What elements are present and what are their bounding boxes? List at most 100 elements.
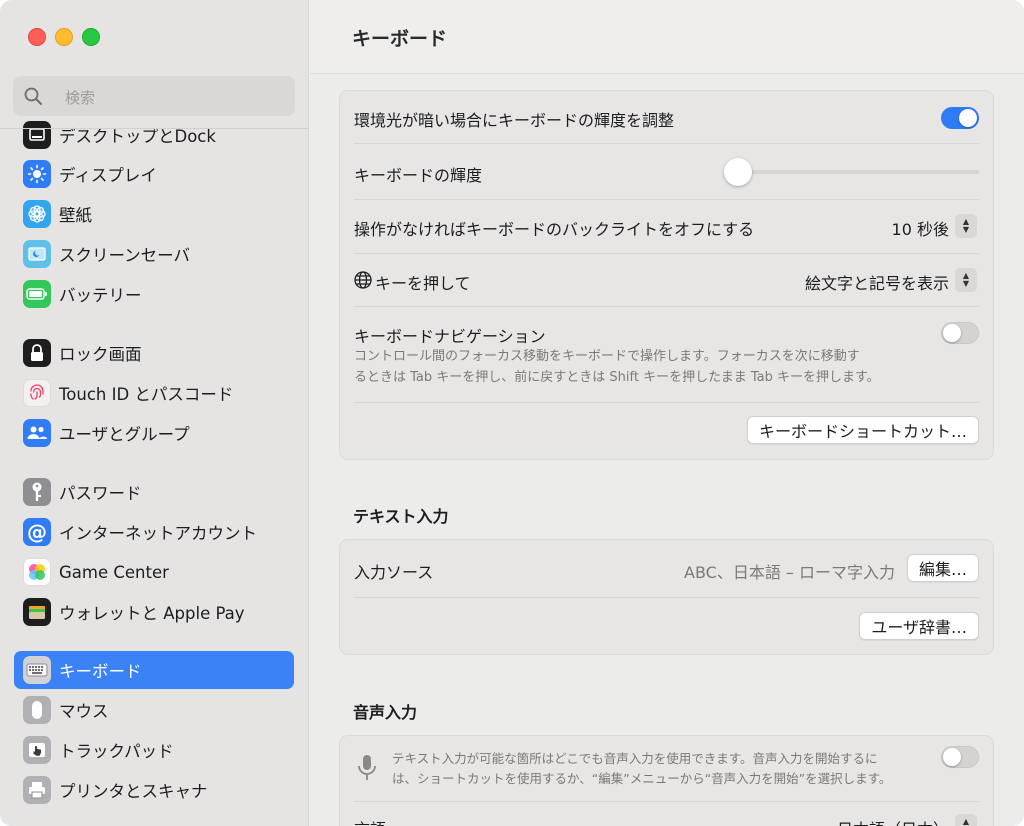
sidebar-item-label: マウス	[59, 702, 109, 721]
settings-window: 検索 デスクトップとDock ディスプレイ 壁紙 スクリーンセーバ バッテリー …	[0, 0, 1024, 826]
printer-icon	[23, 776, 51, 804]
brightness-row: キーボードの輝度	[354, 144, 979, 200]
sidebar-item-display[interactable]: ディスプレイ	[14, 155, 294, 193]
backlight-label: 操作がなければキーボードのバックライトをオフにする	[354, 220, 755, 239]
sidebar-item-label: ディスプレイ	[59, 166, 157, 185]
sidebar-item-label: トラックパッド	[59, 742, 174, 761]
main-pane: キーボード 環境光が暗い場合にキーボードの輝度を調整 キーボードの輝度 操作がな…	[310, 0, 1024, 826]
backlight-popup-value[interactable]: 10 秒後	[892, 216, 949, 240]
sidebar-item-wallpaper[interactable]: 壁紙	[14, 195, 294, 233]
brightness-label: キーボードの輝度	[354, 166, 483, 185]
search-placeholder: 検索	[65, 89, 96, 107]
sidebar-item-desktop-dock[interactable]: デスクトップとDock	[14, 120, 294, 154]
keyboard-navigation-toggle[interactable]	[941, 322, 979, 344]
dictation-toggle[interactable]	[941, 746, 979, 768]
keyboard-navigation-row: キーボードナビゲーション コントロール間のフォーカス移動をキーボードで操作します…	[354, 307, 979, 403]
dictation-language-label: 言語	[354, 816, 386, 826]
sidebar-item-label: デスクトップとDock	[59, 127, 216, 146]
sidebar-item-trackpad[interactable]: トラックパッド	[14, 731, 294, 769]
zoom-button[interactable]	[82, 28, 100, 46]
sidebar-item-mouse[interactable]: マウス	[14, 691, 294, 729]
sidebar-item-screensaver[interactable]: スクリーンセーバ	[14, 235, 294, 273]
microphone-icon	[358, 755, 376, 780]
user-dictionary-row: ユーザ辞書…	[354, 598, 979, 656]
sidebar-item-label: Touch ID とパスコード	[59, 385, 234, 404]
search-field[interactable]: 検索	[13, 76, 295, 116]
battery-icon	[23, 280, 51, 308]
sidebar-item-label: 壁紙	[59, 206, 92, 225]
fingerprint-icon	[23, 379, 51, 407]
game-center-icon	[23, 558, 51, 586]
sidebar-item-label: Game Center	[59, 562, 169, 582]
sidebar-item-label: プリンタとスキャナ	[59, 782, 208, 801]
backlight-row: 操作がなければキーボードのバックライトをオフにする 10 秒後 ▲ ▼	[354, 200, 979, 254]
wallet-icon	[23, 598, 51, 626]
titlebar: キーボード	[310, 0, 1024, 74]
sidebar-item-label: キーボード	[59, 662, 142, 681]
keyboard-shortcuts-button[interactable]: キーボードショートカット…	[746, 416, 979, 444]
dictation-language-row: 言語 日本語（日本） ▲▼	[354, 802, 979, 826]
sidebar-item-passwords[interactable]: パスワード	[14, 473, 294, 511]
dictation-section-title: 音声入力	[353, 703, 418, 722]
input-sources-value: ABC、日本語 – ローマ字入力	[684, 563, 895, 582]
screensaver-icon	[23, 240, 51, 268]
sidebar-item-touch-id[interactable]: Touch ID とパスコード	[14, 374, 294, 412]
ambient-brightness-toggle[interactable]	[941, 107, 979, 129]
search-icon	[24, 87, 42, 105]
brightness-slider-thumb[interactable]	[724, 158, 752, 186]
keyboard-navigation-label: キーボードナビゲーション	[354, 327, 546, 346]
globe-icon	[354, 271, 372, 289]
page-title: キーボード	[352, 28, 448, 50]
text-input-group: 入力ソース ABC、日本語 – ローマ字入力 編集… ユーザ辞書…	[339, 539, 994, 655]
wallpaper-icon	[23, 200, 51, 228]
sidebar-item-internet-accounts[interactable]: @ インターネットアカウント	[14, 513, 294, 551]
sidebar-item-users[interactable]: ユーザとグループ	[14, 414, 294, 452]
keyboard-settings-group: 環境光が暗い場合にキーボードの輝度を調整 キーボードの輝度 操作がなければキーボ…	[339, 90, 994, 460]
sidebar-item-label: ユーザとグループ	[59, 425, 190, 444]
trackpad-icon	[23, 736, 51, 764]
text-input-section-title: テキスト入力	[353, 507, 449, 526]
brightness-slider-track[interactable]	[738, 170, 979, 174]
sidebar-item-label: インターネットアカウント	[59, 524, 257, 543]
globe-key-row: キーを押して 絵文字と記号を表示 ▲ ▼	[354, 254, 979, 307]
dock-icon	[23, 121, 51, 149]
edit-input-sources-button[interactable]: 編集…	[906, 554, 979, 582]
input-sources-label: 入力ソース	[354, 563, 434, 582]
lock-icon	[23, 339, 51, 367]
keyboard-navigation-desc-line1: コントロール間のフォーカス移動をキーボードで操作します。フォーカスを次に移動す	[354, 349, 860, 364]
globe-key-popup-value[interactable]: 絵文字と記号を表示	[805, 270, 949, 294]
close-button[interactable]	[28, 28, 46, 46]
mouse-icon	[23, 696, 51, 724]
shortcuts-row: キーボードショートカット…	[354, 403, 979, 461]
globe-key-label: キーを押して	[375, 274, 471, 293]
window-controls	[28, 28, 100, 46]
dictation-toggle-row: テキスト入力が可能な箇所はどこでも音声入力を使用できます。音声入力を開始するに …	[354, 736, 979, 802]
sidebar-item-printers[interactable]: プリンタとスキャナ	[14, 771, 294, 809]
sidebar-item-label: パスワード	[59, 484, 142, 503]
sidebar-item-game-center[interactable]: Game Center	[14, 553, 294, 591]
backlight-stepper-icon[interactable]: ▲ ▼	[955, 214, 977, 238]
sidebar-item-wallet[interactable]: ウォレットと Apple Pay	[14, 593, 294, 631]
users-icon	[23, 419, 51, 447]
input-sources-row: 入力ソース ABC、日本語 – ローマ字入力 編集…	[354, 540, 979, 598]
sidebar-item-label: バッテリー	[59, 286, 142, 305]
key-icon	[23, 478, 51, 506]
ambient-brightness-label: 環境光が暗い場合にキーボードの輝度を調整	[354, 111, 675, 130]
dictation-language-stepper-icon[interactable]: ▲▼	[955, 814, 977, 826]
sidebar-item-label: ウォレットと Apple Pay	[59, 604, 245, 623]
at-icon: @	[23, 518, 51, 546]
keyboard-icon	[23, 656, 51, 684]
keyboard-navigation-desc-line2: るときは Tab キーを押し、前に戻すときは Shift キーを押したまま Ta…	[354, 370, 880, 385]
sidebar-item-label: スクリーンセーバ	[59, 246, 191, 265]
user-dictionary-button[interactable]: ユーザ辞書…	[859, 612, 979, 640]
sidebar: 検索 デスクトップとDock ディスプレイ 壁紙 スクリーンセーバ バッテリー …	[0, 0, 309, 826]
sidebar-item-keyboard[interactable]: キーボード	[14, 651, 294, 689]
sidebar-item-battery[interactable]: バッテリー	[14, 275, 294, 313]
dictation-group: テキスト入力が可能な箇所はどこでも音声入力を使用できます。音声入力を開始するに …	[339, 735, 994, 826]
sidebar-item-lock-screen[interactable]: ロック画面	[14, 334, 294, 372]
dictation-desc-line1: テキスト入力が可能な箇所はどこでも音声入力を使用できます。音声入力を開始するに	[392, 751, 878, 766]
dictation-desc-line2: は、ショートカットを使用するか、“編集”メニューから“音声入力を開始”を選択しま…	[392, 771, 892, 786]
dictation-language-value[interactable]: 日本語（日本）	[837, 816, 949, 826]
globe-key-stepper-icon[interactable]: ▲ ▼	[955, 268, 977, 292]
minimize-button[interactable]	[55, 28, 73, 46]
